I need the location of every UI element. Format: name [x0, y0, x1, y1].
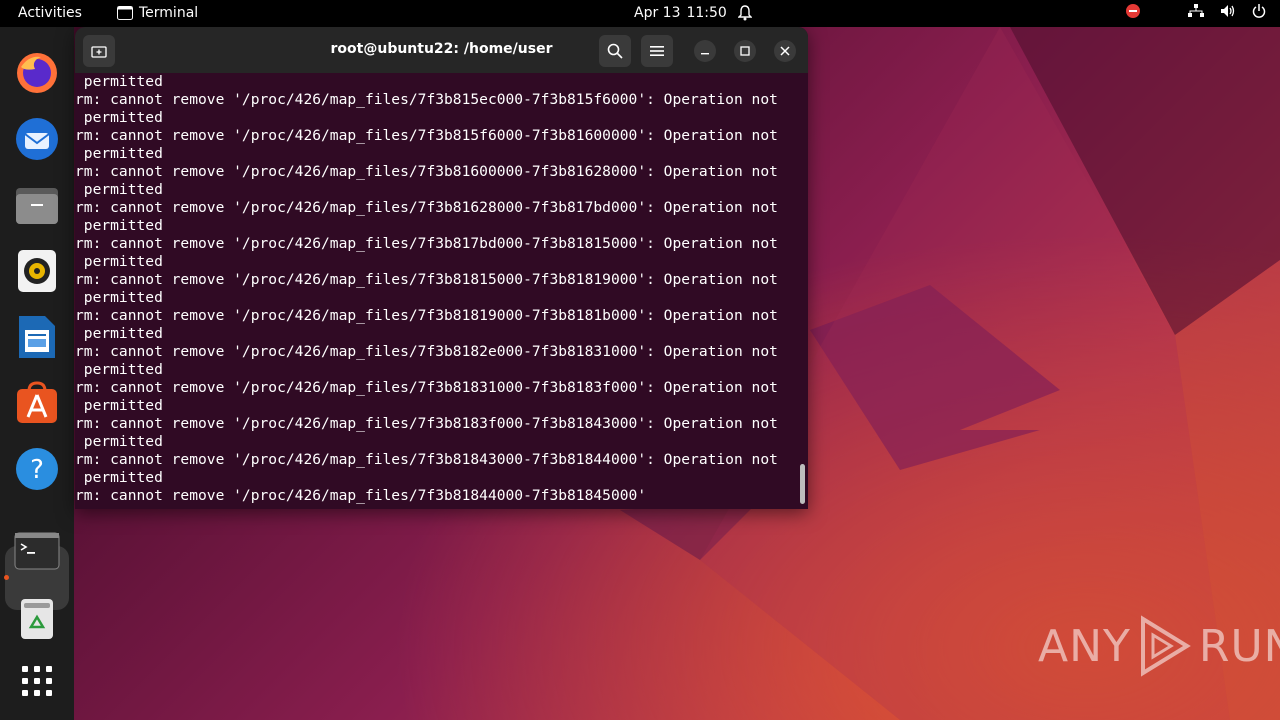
- terminal-line: permitted: [75, 109, 163, 126]
- minimize-icon: [701, 53, 709, 55]
- terminal-line: rm: cannot remove '/proc/426/map_files/7…: [75, 415, 778, 432]
- clock-date: Apr 13: [634, 5, 681, 21]
- terminal-line: permitted: [75, 289, 163, 306]
- terminal-scrollbar[interactable]: [800, 464, 805, 504]
- terminal-line: rm: cannot remove '/proc/426/map_files/7…: [75, 127, 778, 144]
- terminal-line: rm: cannot remove '/proc/426/map_files/7…: [75, 343, 778, 360]
- terminal-line: permitted: [75, 469, 163, 486]
- dock: ?: [0, 27, 74, 720]
- close-button[interactable]: [774, 40, 796, 62]
- terminal-titlebar[interactable]: root@ubuntu22: /home/user: [75, 27, 808, 73]
- terminal-line: rm: cannot remove '/proc/426/map_files/7…: [75, 379, 778, 396]
- terminal-line: permitted: [75, 361, 163, 378]
- terminal-line: permitted: [75, 145, 163, 162]
- terminal-line: permitted: [75, 253, 163, 270]
- anyrun-watermark: ANY RUN: [1038, 615, 1280, 677]
- trash-icon[interactable]: [13, 595, 61, 643]
- terminal-line: rm: cannot remove '/proc/426/map_files/7…: [75, 199, 778, 216]
- terminal-icon[interactable]: [13, 527, 61, 575]
- terminal-line: rm: cannot remove '/proc/426/map_files/7…: [75, 307, 778, 324]
- terminal-line: rm: cannot remove '/proc/426/map_files/7…: [75, 271, 778, 288]
- terminal-line: rm: cannot remove '/proc/426/map_files/7…: [75, 91, 778, 108]
- watermark-right: RUN: [1198, 620, 1280, 672]
- app-menu-label: Terminal: [139, 5, 199, 21]
- svg-text:?: ?: [30, 455, 44, 485]
- app-menu[interactable]: Terminal: [117, 5, 198, 21]
- search-icon: [607, 43, 623, 59]
- terminal-window[interactable]: root@ubuntu22: /home/user permitted rm: c…: [75, 27, 808, 509]
- terminal-line: rm: cannot remove '/proc/426/map_files/7…: [75, 163, 778, 180]
- terminal-line: permitted: [75, 325, 163, 342]
- terminal-line: permitted: [75, 181, 163, 198]
- hamburger-icon: [650, 46, 664, 56]
- app-center-icon[interactable]: [13, 379, 61, 427]
- terminal-line: rm: cannot remove '/proc/426/map_files/7…: [75, 451, 778, 468]
- notification-bell-icon[interactable]: [737, 5, 753, 25]
- terminal-line: rm: cannot remove '/proc/426/map_files/7…: [75, 235, 778, 252]
- rhythmbox-icon[interactable]: [13, 247, 61, 295]
- menu-button[interactable]: [641, 35, 673, 67]
- maximize-button[interactable]: [734, 40, 756, 62]
- terminal-line: rm: cannot remove '/proc/426/map_files/7…: [75, 487, 647, 504]
- show-apps-icon[interactable]: [13, 657, 61, 705]
- terminal-small-icon: [117, 6, 133, 20]
- running-indicator: [4, 575, 9, 580]
- volume-icon[interactable]: [1220, 4, 1236, 18]
- terminal-line: permitted: [75, 217, 163, 234]
- search-button[interactable]: [599, 35, 631, 67]
- help-icon[interactable]: ?: [13, 445, 61, 493]
- system-tray[interactable]: [1126, 4, 1266, 18]
- libreoffice-writer-icon[interactable]: [13, 313, 61, 361]
- clock-time: 11:50: [686, 5, 727, 21]
- terminal-line: permitted: [75, 73, 163, 90]
- minimize-button[interactable]: [694, 40, 716, 62]
- terminal-output[interactable]: permitted rm: cannot remove '/proc/426/ma…: [75, 73, 808, 509]
- files-icon[interactable]: [13, 181, 61, 229]
- watermark-left: ANY: [1038, 620, 1131, 672]
- do-not-disturb-icon[interactable]: [1126, 4, 1140, 18]
- top-bar: Activities Terminal Apr 13 11:50: [0, 0, 1280, 27]
- thunderbird-icon[interactable]: [13, 115, 61, 163]
- terminal-line: permitted: [75, 397, 163, 414]
- close-icon: [780, 46, 790, 56]
- clock[interactable]: Apr 13 11:50: [634, 5, 727, 21]
- activities-button[interactable]: Activities: [18, 5, 82, 21]
- network-icon[interactable]: [1188, 4, 1204, 18]
- terminal-line: permitted: [75, 433, 163, 450]
- firefox-icon[interactable]: [13, 49, 61, 97]
- maximize-icon: [740, 46, 750, 56]
- power-icon[interactable]: [1252, 4, 1266, 18]
- play-logo-icon: [1140, 615, 1191, 677]
